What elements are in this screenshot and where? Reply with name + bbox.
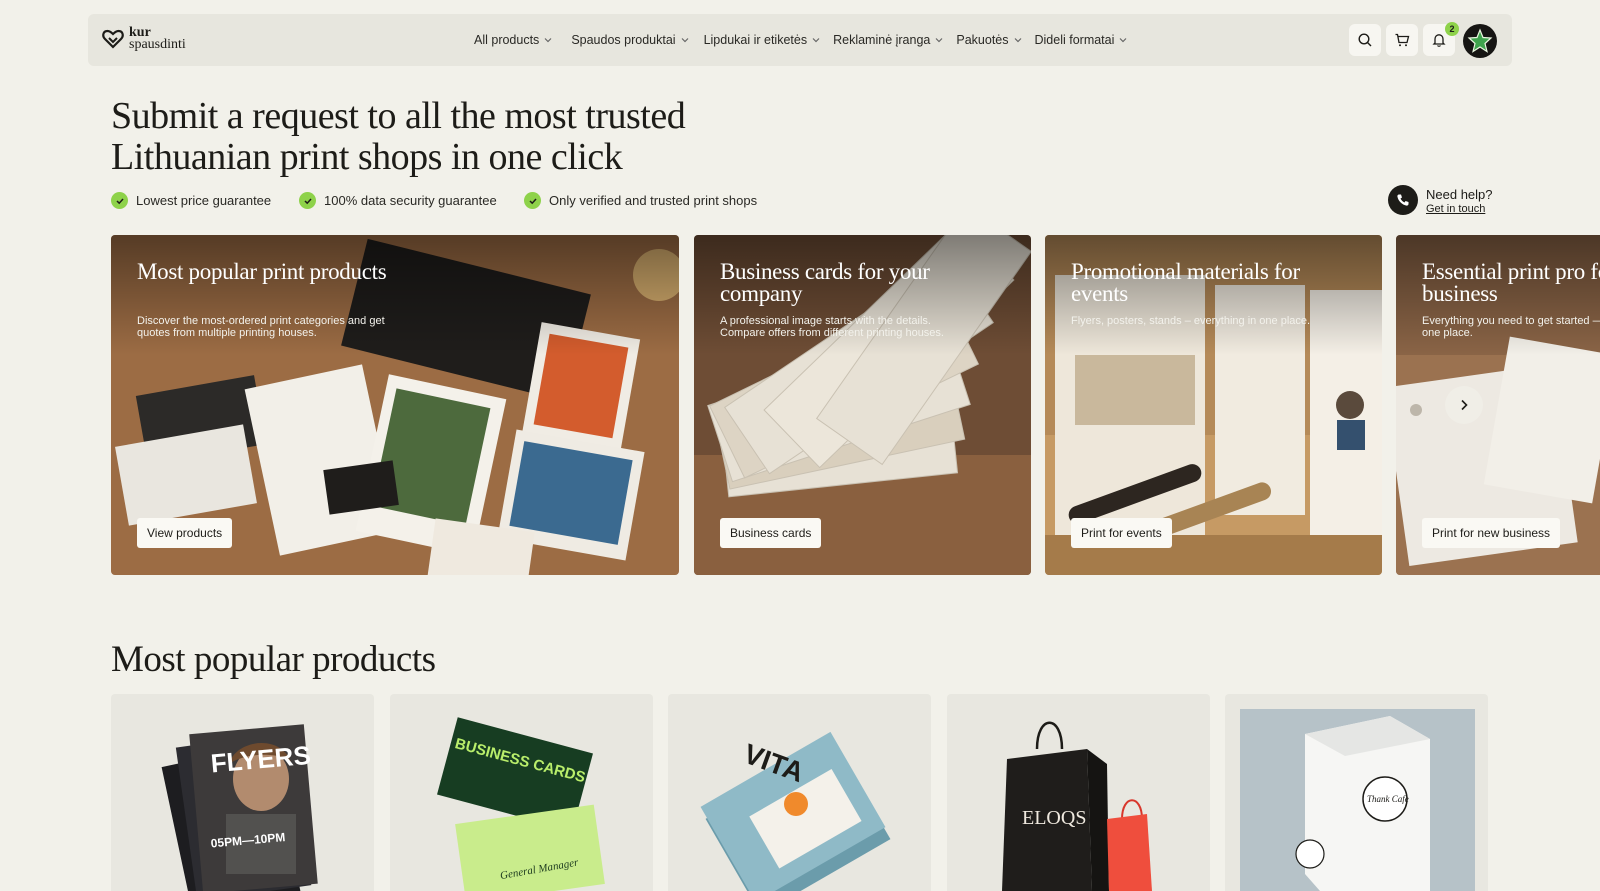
star-icon <box>1467 28 1493 53</box>
view-products-button[interactable]: View products <box>137 518 233 548</box>
cart-button[interactable] <box>1386 24 1418 56</box>
menu-item-reklamine-iranga[interactable]: Reklaminė įranga <box>833 33 944 47</box>
card-description: Flyers, posters, stands – everything in … <box>1071 315 1311 327</box>
paper-bags-product-image: ELOQS <box>1002 721 1152 891</box>
search-icon <box>1358 33 1372 47</box>
guarantee-label: 100% data security guarantee <box>324 193 497 208</box>
help-title: Need help? <box>1426 186 1493 202</box>
menu-item-label: All products <box>474 33 540 47</box>
guarantee-label: Lowest price guarantee <box>136 193 272 208</box>
top-navigation-bar: kur spausdinti All products Spaudos prod… <box>88 14 1512 66</box>
business-cards-button[interactable]: Business cards <box>720 518 822 548</box>
menu-item-dideli-formatai[interactable]: Dideli formatai <box>1035 33 1129 47</box>
section-title-most-popular: Most popular products <box>111 639 436 680</box>
card-title: Most popular print products <box>137 259 387 284</box>
product-card-business-cards[interactable]: BUSINESS CARDS General Manager <box>390 694 653 891</box>
menu-item-label: Lipdukai ir etiketės <box>703 33 808 47</box>
guarantee-item: Only verified and trusted print shops <box>524 192 757 209</box>
sticker-art-text: Thank Cafe <box>1367 794 1409 804</box>
guarantee-item: 100% data security guarantee <box>299 192 497 209</box>
guarantee-label: Only verified and trusted print shops <box>549 193 758 208</box>
menu-item-spaudos-produktai[interactable]: Spaudos produktai <box>571 33 689 47</box>
paper-bag-art-text: ELOQS <box>1022 807 1086 829</box>
flyers-product-image: FLYERS 05PM—10PM <box>161 724 318 891</box>
product-card-stickers[interactable]: Thank Cafe <box>1225 694 1488 891</box>
menu-item-label: Spaudos produktai <box>571 33 676 47</box>
carousel-card-new-business[interactable]: Essential print pro for a new business E… <box>1396 235 1600 575</box>
chevron-right-icon <box>1461 399 1468 411</box>
stickers-product-image: Thank Cafe <box>1240 709 1475 891</box>
chevron-down-icon <box>681 38 688 43</box>
menu-item-all-products[interactable]: All products <box>474 33 553 47</box>
check-icon <box>524 192 541 209</box>
chevron-down-icon <box>935 38 943 43</box>
chevron-down-icon <box>544 38 552 43</box>
hero-title: Submit a request to all the most trusted… <box>111 96 871 178</box>
cart-icon <box>1395 33 1410 47</box>
get-in-touch-link[interactable]: Get in touch <box>1426 203 1493 215</box>
menu-item-lipdukai[interactable]: Lipdukai ir etiketės <box>704 33 822 47</box>
carousel-card-promotional-materials[interactable]: Promotional materials for events Flyers,… <box>1045 235 1382 575</box>
check-icon <box>111 192 128 209</box>
chevron-down-icon <box>812 38 820 43</box>
help-widget: Need help? Get in touch <box>1388 185 1493 215</box>
business-cards-product-image: BUSINESS CARDS General Manager <box>437 717 605 891</box>
site-logo[interactable]: kur spausdinti <box>102 26 186 52</box>
phone-icon <box>1388 185 1418 215</box>
card-title: Business cards for your company <box>720 259 930 306</box>
print-for-new-business-button[interactable]: Print for new business <box>1422 518 1561 548</box>
product-card-magazines[interactable]: VITA <box>668 694 931 891</box>
heart-logo-icon <box>102 29 124 49</box>
card-description: A professional image starts with the det… <box>720 315 944 339</box>
menu-item-label: Pakuotės <box>956 33 1009 47</box>
magazine-product-image: VITA <box>700 731 891 891</box>
guarantee-item: Lowest price guarantee <box>111 192 271 209</box>
chevron-down-icon <box>1119 38 1127 43</box>
card-description: Discover the most-ordered print categori… <box>137 315 385 339</box>
menu-item-label: Reklaminė įranga <box>833 33 931 47</box>
card-description: Everything you need to get started — sti… <box>1422 315 1600 339</box>
print-for-events-button[interactable]: Print for events <box>1071 518 1172 548</box>
carousel-card-business-cards[interactable]: Business cards for your company A profes… <box>694 235 1031 575</box>
bell-icon <box>1432 34 1446 47</box>
search-button[interactable] <box>1349 24 1381 56</box>
hero-title-line1: Submit a request to all the most trusted <box>111 95 686 137</box>
notification-count-badge: 2 <box>1445 22 1459 36</box>
carousel-card-popular-products[interactable]: Most popular print products Discover the… <box>111 235 679 575</box>
card-title: Promotional materials for events <box>1071 259 1300 306</box>
product-card-flyers[interactable]: FLYERS 05PM—10PM <box>111 694 374 891</box>
carousel-next-button[interactable] <box>1445 386 1483 424</box>
hero-title-line2: Lithuanian print shops in one click <box>111 136 623 178</box>
check-icon <box>299 192 316 209</box>
card-title: Essential print pro for a new business <box>1422 259 1600 306</box>
chevron-down-icon <box>1014 38 1021 43</box>
user-avatar-button[interactable] <box>1463 24 1497 58</box>
menu-item-pakuotes[interactable]: Pakuotės <box>956 33 1022 47</box>
menu-item-label: Dideli formatai <box>1034 33 1115 47</box>
logo-text-bottom: spausdinti <box>129 37 186 52</box>
product-card-paper-bags[interactable]: ELOQS <box>947 694 1210 891</box>
main-menu: All products Spaudos produktai Lipdukai … <box>474 14 1146 66</box>
